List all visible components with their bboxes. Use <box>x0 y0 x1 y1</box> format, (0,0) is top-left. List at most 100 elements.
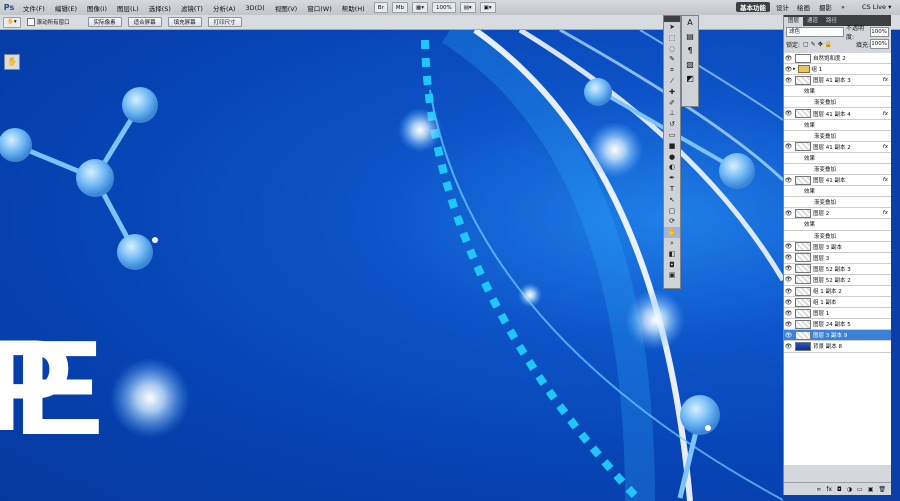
workspace-more[interactable]: » <box>837 2 849 12</box>
eyedropper-tool-icon[interactable]: ⁄ <box>664 76 680 87</box>
tab-layers[interactable]: 图层 <box>784 17 804 26</box>
layer-row[interactable]: 👁 背景 副本 8 <box>784 341 891 353</box>
fx-menu-icon[interactable]: fx <box>826 486 832 493</box>
eye-icon[interactable]: 👁 <box>784 143 793 150</box>
eye-icon[interactable]: 👁 <box>784 243 793 250</box>
layer-row[interactable]: 👁 图层 24 副本 5 <box>784 319 891 331</box>
hand-tool-icon[interactable]: ✋ <box>4 54 20 70</box>
trash-icon[interactable]: 🗑 <box>878 486 886 493</box>
fx-icon[interactable]: fx <box>883 144 888 150</box>
quick-mask-icon[interactable]: ◘ <box>664 260 680 271</box>
scroll-all-windows[interactable]: 滚动所有窗口 <box>26 18 70 26</box>
fit-screen-button[interactable]: 适合屏幕 <box>127 17 162 27</box>
effect-row[interactable]: 渐变叠加 <box>784 230 891 242</box>
layer-row[interactable]: 👁 自然饱和度 2 <box>784 53 891 65</box>
link-layers-icon[interactable]: ∞ <box>816 486 821 493</box>
opacity-input[interactable]: 100% <box>870 27 889 37</box>
effect-row[interactable]: 渐变叠加 <box>784 163 891 176</box>
lasso-tool-icon[interactable]: ◌ <box>664 44 680 55</box>
menu-help[interactable]: 帮助(H) <box>337 3 370 13</box>
print-size-button[interactable]: 打印尺寸 <box>207 17 242 27</box>
layer-row-selected[interactable]: 👁 图层 3 副本 9 <box>784 330 891 342</box>
layer-row[interactable]: 👁 组 1 副本 2 <box>784 285 891 298</box>
fx-icon[interactable]: fx <box>883 177 888 183</box>
menu-view[interactable]: 视图(V) <box>270 3 303 13</box>
menu-select[interactable]: 选择(S) <box>144 3 176 13</box>
zoom-tool-icon[interactable]: ⌕ <box>664 238 680 249</box>
path-select-tool-icon[interactable]: ↖ <box>664 195 680 206</box>
fx-icon[interactable]: fx <box>883 111 888 117</box>
layer-row[interactable]: 👁 图层 2 fx <box>784 208 891 220</box>
zoom-level-select[interactable]: 100% <box>431 2 456 13</box>
blend-mode-select[interactable]: 滤色 <box>786 27 845 37</box>
quick-select-tool-icon[interactable]: ✎ <box>664 54 680 65</box>
effects-row[interactable]: 效果 <box>784 219 891 231</box>
effect-row[interactable]: 渐变叠加 <box>784 197 891 209</box>
tab-channels[interactable]: 通道 <box>803 17 822 26</box>
dodge-tool-icon[interactable]: ◐ <box>664 162 680 173</box>
menu-layer[interactable]: 图层(L) <box>112 3 144 13</box>
mask-icon[interactable]: ◘ <box>837 486 842 493</box>
fill-screen-button[interactable]: 填充屏幕 <box>167 17 202 27</box>
layer-row[interactable]: 👁 图层 3 副本 <box>784 241 891 253</box>
workspace-photography[interactable]: 摄影 <box>815 2 836 12</box>
workspace-painting[interactable]: 绘画 <box>793 2 814 12</box>
eye-icon[interactable]: 👁 <box>784 299 793 306</box>
eye-icon[interactable]: 👁 <box>784 288 793 295</box>
eye-icon[interactable]: 👁 <box>784 77 793 84</box>
hand-tool-preset[interactable]: ✋▾ <box>3 16 21 28</box>
fx-icon[interactable]: fx <box>883 210 888 216</box>
layer-row[interactable]: 👁 图层 41 副本 4 fx <box>784 108 891 120</box>
eye-icon[interactable]: 👁 <box>784 332 793 339</box>
effect-row[interactable]: 渐变叠加 <box>784 97 891 109</box>
view-extras-button[interactable]: ▦▾ <box>412 2 428 13</box>
expand-arrow-icon[interactable]: ▸ <box>793 66 796 72</box>
history-brush-tool-icon[interactable]: ↺ <box>664 119 680 130</box>
effect-row[interactable]: 渐变叠加 <box>784 130 891 142</box>
eye-icon[interactable]: 👁 <box>784 66 793 73</box>
layer-row[interactable]: 👁 图层 41 副本 2 fx <box>784 141 891 153</box>
effects-row[interactable]: 效果 <box>784 119 891 131</box>
brush-tool-icon[interactable]: ✐ <box>664 98 680 109</box>
layer-row[interactable]: 👁 图层 41 副本 fx <box>784 175 891 187</box>
menu-analysis[interactable]: 分析(A) <box>208 3 241 13</box>
eye-icon[interactable]: 👁 <box>784 254 793 261</box>
layer-row[interactable]: 👁 图层 52 副本 3 <box>784 263 891 275</box>
minibridge-button[interactable]: Mb <box>391 2 408 13</box>
clone-stamp-tool-icon[interactable]: ⊥ <box>664 108 680 119</box>
eye-icon[interactable]: 👁 <box>784 210 793 217</box>
marquee-tool-icon[interactable]: ⬚ <box>664 33 680 44</box>
hand-tool-active-icon[interactable]: ✋ <box>664 227 680 238</box>
workspace-design[interactable]: 设计 <box>772 2 793 12</box>
crop-tool-icon[interactable]: ⌗ <box>664 65 680 76</box>
layer-row[interactable]: 👁 图层 3 <box>784 252 891 264</box>
effects-row[interactable]: 效果 <box>784 186 891 198</box>
eye-icon[interactable]: 👁 <box>784 110 793 117</box>
tab-paths[interactable]: 路径 <box>822 17 841 26</box>
menu-edit[interactable]: 编辑(E) <box>50 3 82 13</box>
eye-icon[interactable]: 👁 <box>784 276 793 283</box>
actual-pixels-button[interactable]: 实际像素 <box>87 17 122 27</box>
adjustment-icon[interactable]: ◑ <box>847 486 852 493</box>
new-layer-icon[interactable]: ▣ <box>868 486 874 493</box>
eye-icon[interactable]: 👁 <box>784 310 793 317</box>
layer-row[interactable]: 👁 图层 41 副本 3 fx <box>784 75 891 87</box>
gradient-tool-icon[interactable]: ■ <box>664 141 680 152</box>
cs-live-button[interactable]: CS Live ▾ <box>858 2 895 12</box>
move-tool-icon[interactable]: ➤ <box>664 22 680 33</box>
menu-window[interactable]: 窗口(W) <box>302 3 337 13</box>
type-tool-icon[interactable]: T <box>664 184 680 195</box>
color-swatches-icon[interactable]: ◧ <box>664 249 680 260</box>
screen-mode-icon[interactable]: ▣ <box>664 270 680 281</box>
layer-comps-icon[interactable]: ▤ <box>682 30 698 44</box>
histogram-panel-icon[interactable]: ◩ <box>682 72 698 86</box>
layer-row[interactable]: 👁 ▸ 组 1 <box>784 64 891 76</box>
screen-mode-button[interactable]: ▣▾ <box>479 2 496 13</box>
eye-icon[interactable]: 👁 <box>784 343 793 350</box>
healing-brush-tool-icon[interactable]: ✚ <box>664 87 680 98</box>
new-group-icon[interactable]: ▭ <box>857 486 863 493</box>
layer-row[interactable]: 👁 组 1 副本 <box>784 297 891 309</box>
eye-icon[interactable]: 👁 <box>784 321 793 328</box>
menu-image[interactable]: 图像(I) <box>82 3 112 13</box>
navigator-panel-icon[interactable]: ▧ <box>682 58 698 72</box>
